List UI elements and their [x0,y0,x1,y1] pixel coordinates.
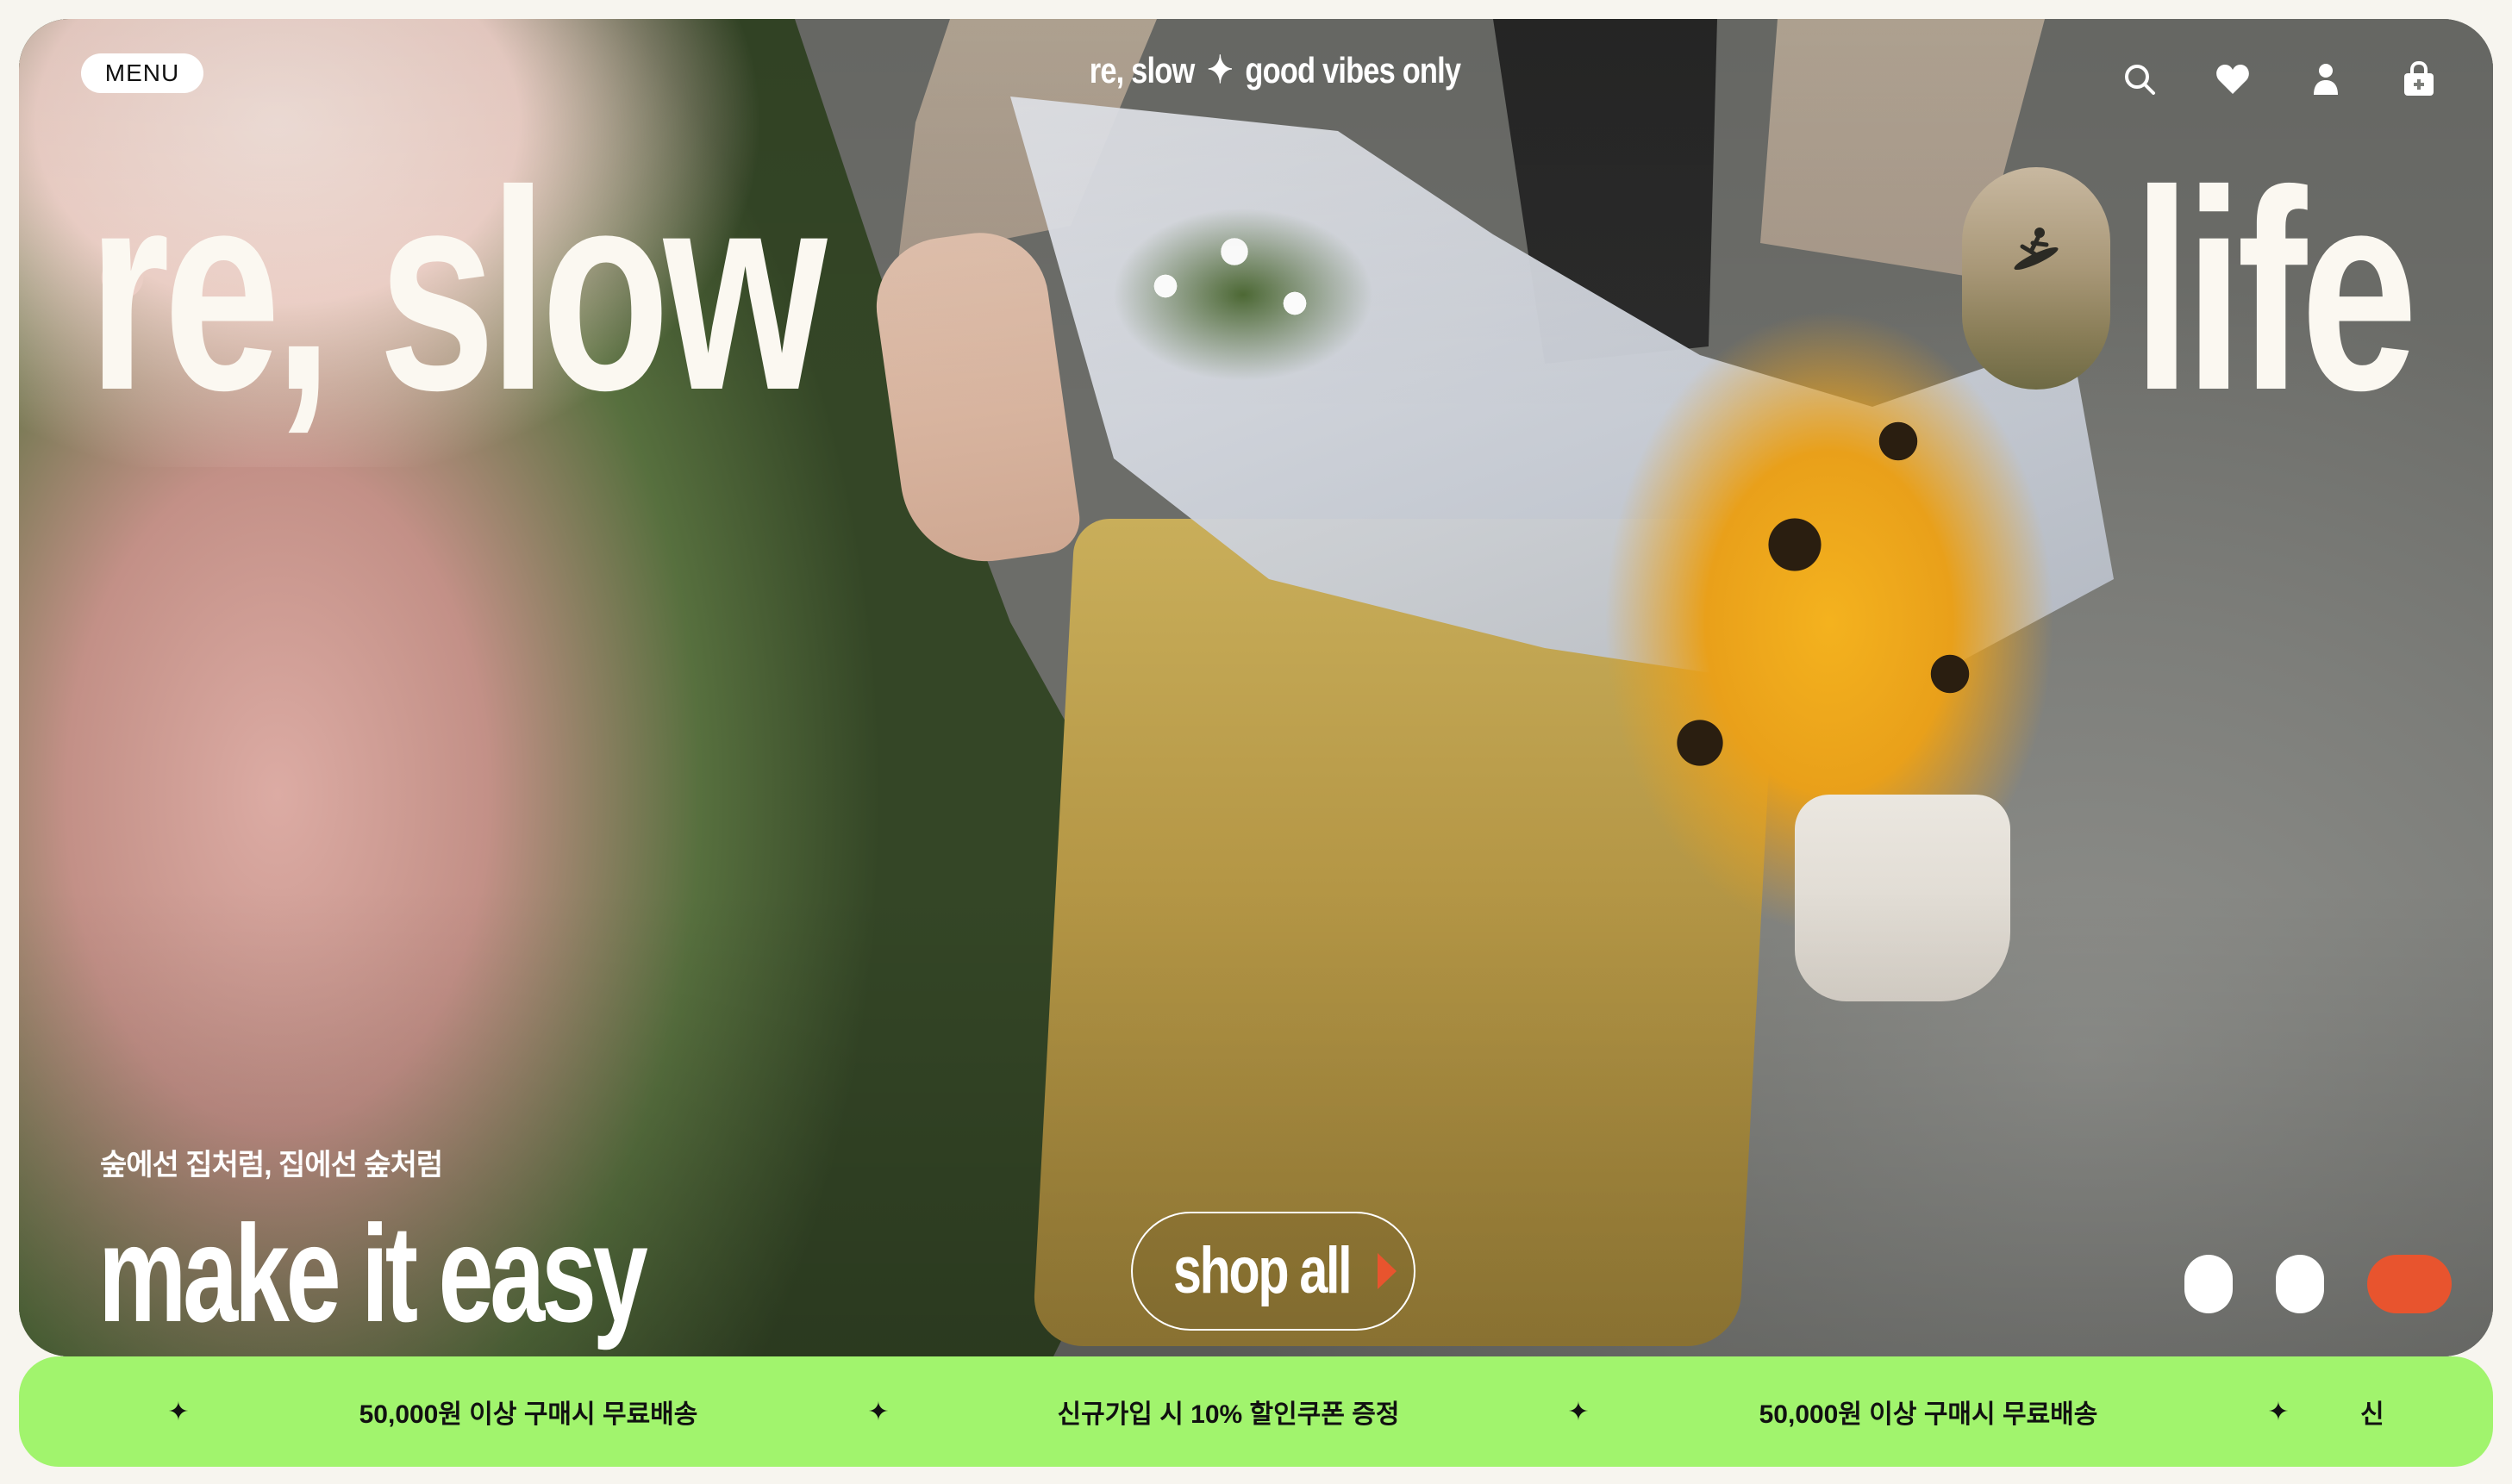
header-tagline: re, slow ✦ good vibes only [245,48,2304,92]
surfer-photo [1962,167,2110,390]
header-icons [2088,53,2434,105]
marquee-item: 신규가입 시 10% 할인쿠폰 증정 [1057,1400,1400,1429]
slide-dot-2[interactable] [2276,1255,2324,1313]
promo-marquee: ✦ 50,000원 이상 구매시 무료배송 ✦ 신규가입 시 10% 할인쿠폰 … [19,1356,2493,1467]
marquee-item: 50,000원 이상 구매시 무료배송 [1759,1400,2098,1429]
hero-banner: MENU re, slow ✦ good vibes only re, slow… [19,19,2493,1356]
hero-title-left: re, slow [88,131,828,449]
user-icon[interactable] [2300,53,2352,105]
marquee-track: ✦ 50,000원 이상 구매시 무료배송 ✦ 신규가입 시 10% 할인쿠폰 … [148,1356,2493,1467]
sparkle-icon: ✦ [167,1397,190,1426]
hero-subtitle: 숲에선 집처럼, 집에선 숲처럼 [100,1149,443,1182]
marquee-item: 50,000원 이상 구매시 무료배송 [359,1400,698,1429]
menu-button[interactable]: MENU [81,53,203,93]
sparkle-icon: ✦ [2267,1397,2290,1426]
slide-pagination [2184,1255,2452,1313]
sparkle-icon: ✦ [867,1397,890,1426]
tagline-slogan: good vibes only [1245,49,1461,90]
marquee-item: 신 [2360,1400,2384,1429]
sparkle-icon: ✦ [1207,49,1233,91]
sparkle-icon: ✦ [1567,1397,1590,1426]
play-arrow-icon [1377,1253,1397,1289]
hero-title-right: life [2133,131,2418,449]
tagline-brand: re, slow [1089,49,1196,90]
cart-icon[interactable] [2393,53,2445,105]
search-icon[interactable] [2114,53,2165,105]
slide-dot-3-active[interactable] [2367,1255,2452,1313]
shop-all-label: shop all [1173,1234,1353,1307]
hero-headline: make it easy [98,1196,648,1350]
surfer-icon [2014,228,2059,271]
slide-dot-1[interactable] [2184,1255,2233,1313]
shop-all-button[interactable]: shop all [1131,1212,1415,1331]
heart-icon[interactable] [2207,53,2259,105]
